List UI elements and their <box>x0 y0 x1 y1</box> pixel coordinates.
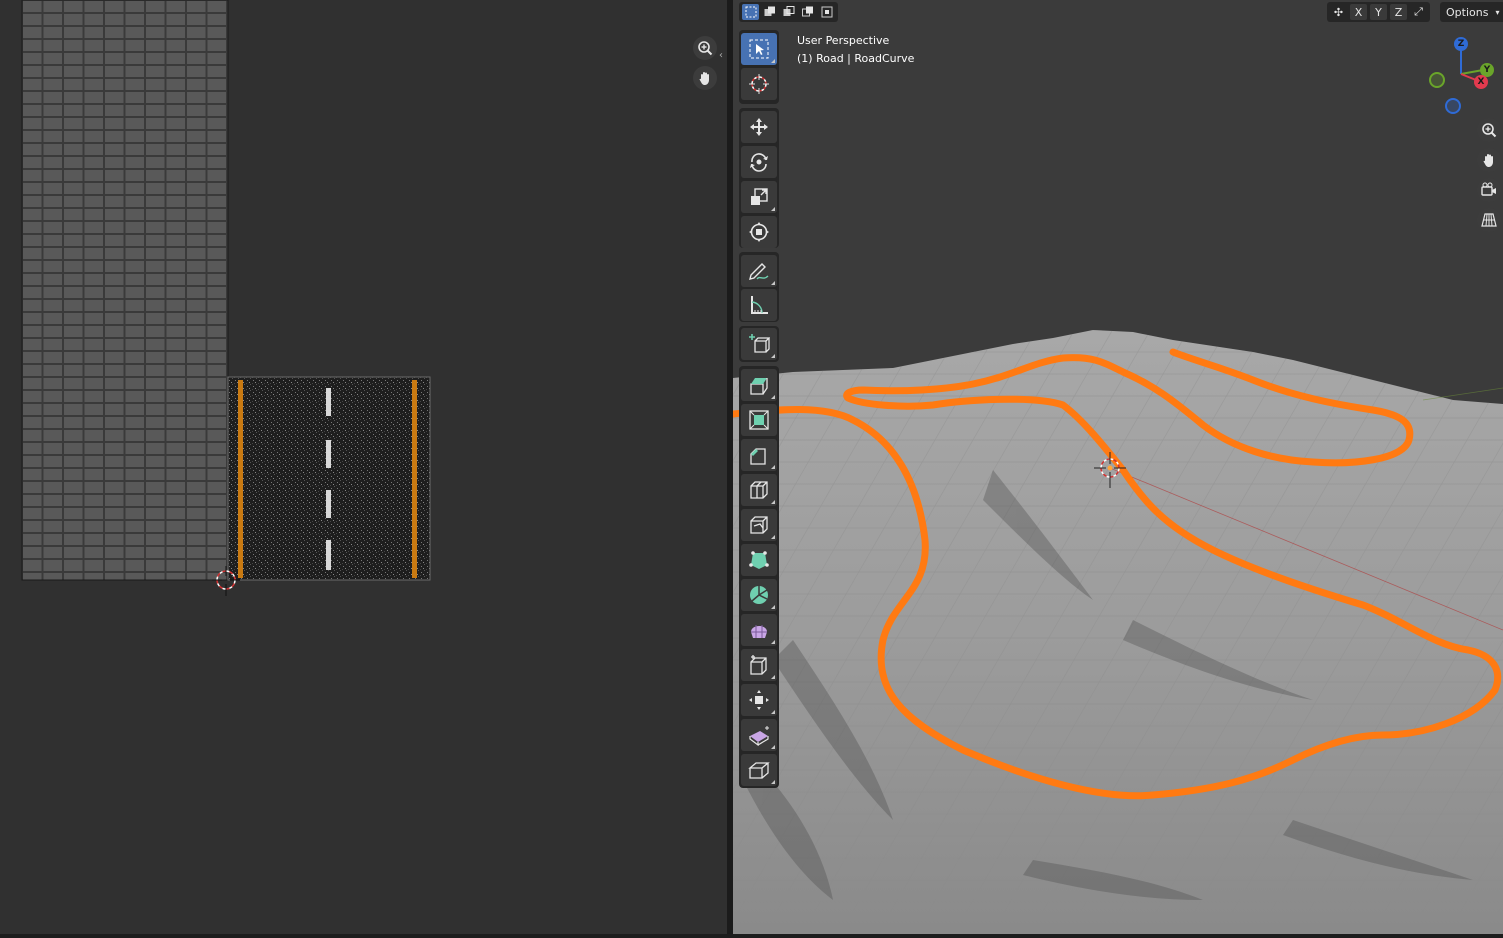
tool-group-select <box>739 30 779 104</box>
zoom-icon[interactable] <box>1477 118 1501 142</box>
select-subtract-mode-icon[interactable] <box>780 4 797 20</box>
rip-region-tool-icon[interactable] <box>741 754 777 786</box>
gizmo-neg-y-icon[interactable] <box>1429 72 1445 88</box>
select-box-mode-icon[interactable] <box>742 4 759 20</box>
tool-group-mesh <box>739 366 779 788</box>
edge-slide-tool-icon[interactable] <box>741 649 777 681</box>
select-mode-bar <box>739 0 838 24</box>
gizmo-x-icon[interactable]: X <box>1474 75 1488 89</box>
road-texture <box>227 376 431 581</box>
transform-tool-icon[interactable] <box>741 216 777 248</box>
tile-texture <box>21 0 229 581</box>
chevron-down-icon: ▾ <box>1495 7 1500 17</box>
camera-icon[interactable] <box>1477 178 1501 202</box>
select-box-tool-icon[interactable] <box>741 33 777 65</box>
options-dropdown[interactable]: Options <box>1446 6 1488 19</box>
move-tool-icon[interactable] <box>741 111 777 143</box>
select-intersect-mode-icon[interactable] <box>818 4 835 20</box>
axis-z-toggle[interactable]: Z <box>1390 4 1407 20</box>
shrink-fatten-tool-icon[interactable] <box>741 684 777 716</box>
loop-cut-tool-icon[interactable] <box>741 474 777 506</box>
gizmo-neg-z-icon[interactable] <box>1445 98 1461 114</box>
view-name-label: User Perspective <box>797 34 890 47</box>
gizmo-z-icon[interactable]: Z <box>1454 37 1468 51</box>
uv-canvas <box>21 0 431 596</box>
scale-tool-icon[interactable] <box>741 181 777 213</box>
rotate-tool-icon[interactable] <box>741 146 777 178</box>
shear-tool-icon[interactable] <box>741 719 777 751</box>
measure-tool-icon[interactable] <box>741 289 777 321</box>
spin-tool-icon[interactable] <box>741 579 777 611</box>
hand-icon[interactable] <box>1477 148 1501 172</box>
hand-icon[interactable] <box>693 66 717 90</box>
uv-editor[interactable]: ‹ <box>0 0 727 934</box>
select-extend-mode-icon[interactable] <box>761 4 778 20</box>
3d-viewport[interactable]: ✣ X Y Z ⤢ Options ▾ User Perspective (1)… <box>733 0 1503 934</box>
cursor-tool-icon[interactable] <box>741 68 777 100</box>
poly-build-tool-icon[interactable] <box>741 544 777 576</box>
tool-group-transform <box>739 108 779 248</box>
auto-mirror-icon[interactable]: ⤢ <box>1410 4 1427 20</box>
mirror-icon[interactable]: ✣ <box>1330 4 1347 20</box>
select-invert-mode-icon[interactable] <box>799 4 816 20</box>
grid-icon[interactable] <box>1477 208 1501 232</box>
inset-faces-tool-icon[interactable] <box>741 404 777 436</box>
axis-x-toggle[interactable]: X <box>1350 4 1367 20</box>
tool-group-annotate <box>739 252 779 322</box>
tool-group-add <box>739 326 779 362</box>
extrude-region-tool-icon[interactable] <box>741 369 777 401</box>
knife-tool-icon[interactable] <box>741 509 777 541</box>
bevel-tool-icon[interactable] <box>741 439 777 471</box>
smooth-tool-icon[interactable] <box>741 614 777 646</box>
axis-y-toggle[interactable]: Y <box>1370 4 1387 20</box>
bottom-border <box>0 934 1503 938</box>
annotate-tool-icon[interactable] <box>741 255 777 287</box>
sidebar-toggle-icon[interactable]: ‹ <box>719 50 727 62</box>
scene-canvas <box>733 330 1503 934</box>
viewport-header-right: ✣ X Y Z ⤢ Options ▾ <box>1327 0 1503 24</box>
object-info-label: (1) Road | RoadCurve <box>797 52 915 65</box>
zoom-icon[interactable] <box>693 36 717 60</box>
navigation-gizmo[interactable]: Z Y X <box>1423 34 1503 114</box>
add-cube-tool-icon[interactable] <box>741 328 777 360</box>
